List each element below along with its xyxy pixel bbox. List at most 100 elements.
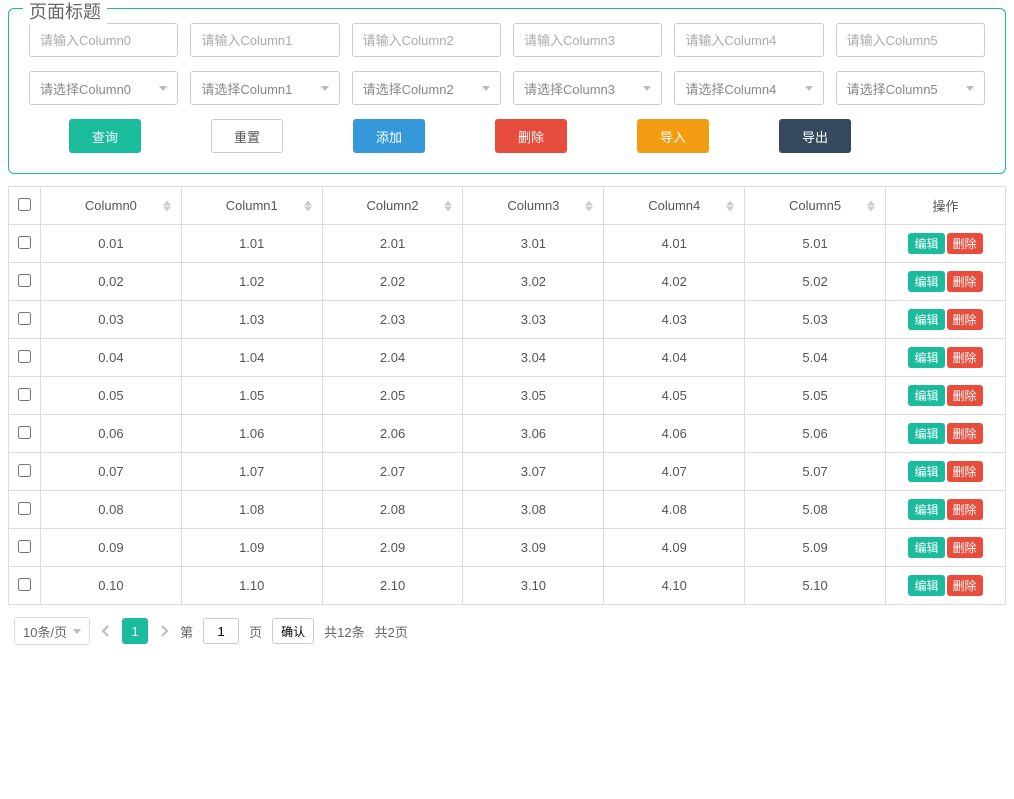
row-delete-button[interactable]: 删除: [947, 499, 983, 520]
filter-select-label: 请选择Column2: [363, 79, 454, 98]
cell: 1.08: [181, 491, 322, 529]
prev-page-button[interactable]: [100, 625, 112, 637]
filter-input-1[interactable]: [190, 23, 339, 57]
page-label-after: 页: [249, 622, 262, 641]
row-delete-button[interactable]: 删除: [947, 461, 983, 482]
filter-input-3[interactable]: [513, 23, 662, 57]
export-button[interactable]: 导出: [779, 119, 851, 153]
row-checkbox[interactable]: [18, 236, 31, 249]
row-checkbox[interactable]: [18, 312, 31, 325]
cell: 0.10: [41, 567, 182, 605]
edit-button[interactable]: 编辑: [908, 347, 944, 368]
add-button[interactable]: 添加: [353, 119, 425, 153]
cell: 0.01: [41, 225, 182, 263]
cell: 4.02: [604, 263, 745, 301]
row-delete-button[interactable]: 删除: [947, 575, 983, 596]
filter-select-0[interactable]: 请选择Column0: [29, 71, 178, 105]
edit-button[interactable]: 编辑: [908, 309, 944, 330]
row-delete-button[interactable]: 删除: [947, 309, 983, 330]
edit-button[interactable]: 编辑: [908, 499, 944, 520]
cell: 1.03: [181, 301, 322, 339]
action-header: 操作: [886, 187, 1006, 225]
sort-icon[interactable]: [726, 200, 734, 211]
row-checkbox[interactable]: [18, 502, 31, 515]
chevron-down-icon: [643, 86, 651, 91]
row-checkbox[interactable]: [18, 426, 31, 439]
cell: 2.04: [322, 339, 463, 377]
page-input[interactable]: [203, 618, 239, 644]
chevron-down-icon: [966, 86, 974, 91]
column-header-5[interactable]: Column5: [745, 187, 886, 225]
cell: 0.06: [41, 415, 182, 453]
sort-icon[interactable]: [304, 200, 312, 211]
column-header-label: Column2: [367, 198, 419, 213]
cell: 5.03: [745, 301, 886, 339]
row-delete-button[interactable]: 删除: [947, 537, 983, 558]
column-header-0[interactable]: Column0: [41, 187, 182, 225]
select-all-checkbox[interactable]: [18, 198, 31, 211]
filter-select-label: 请选择Column4: [685, 79, 776, 98]
page-confirm-button[interactable]: 确认: [272, 618, 314, 644]
row-checkbox[interactable]: [18, 578, 31, 591]
filter-input-4[interactable]: [674, 23, 823, 57]
row-checkbox[interactable]: [18, 388, 31, 401]
column-header-2[interactable]: Column2: [322, 187, 463, 225]
query-button[interactable]: 查询: [69, 119, 141, 153]
filter-select-4[interactable]: 请选择Column4: [674, 71, 823, 105]
filter-input-0[interactable]: [29, 23, 178, 57]
page-label-before: 第: [180, 622, 193, 641]
row-checkbox[interactable]: [18, 540, 31, 553]
cell: 3.09: [463, 529, 604, 567]
reset-button[interactable]: 重置: [211, 119, 283, 153]
cell: 0.07: [41, 453, 182, 491]
next-page-button[interactable]: [158, 625, 170, 637]
filter-select-1[interactable]: 请选择Column1: [190, 71, 339, 105]
filter-input-2[interactable]: [352, 23, 501, 57]
row-delete-button[interactable]: 删除: [947, 233, 983, 254]
column-header-1[interactable]: Column1: [181, 187, 322, 225]
filter-select-3[interactable]: 请选择Column3: [513, 71, 662, 105]
edit-button[interactable]: 编辑: [908, 385, 944, 406]
filter-select-2[interactable]: 请选择Column2: [352, 71, 501, 105]
cell: 3.04: [463, 339, 604, 377]
cell: 5.05: [745, 377, 886, 415]
row-delete-button[interactable]: 删除: [947, 423, 983, 444]
edit-button[interactable]: 编辑: [908, 233, 944, 254]
chevron-down-icon: [805, 86, 813, 91]
cell: 1.01: [181, 225, 322, 263]
row-checkbox[interactable]: [18, 274, 31, 287]
edit-button[interactable]: 编辑: [908, 461, 944, 482]
cell: 2.06: [322, 415, 463, 453]
column-header-4[interactable]: Column4: [604, 187, 745, 225]
sort-icon[interactable]: [585, 200, 593, 211]
sort-icon[interactable]: [444, 200, 452, 211]
edit-button[interactable]: 编辑: [908, 423, 944, 444]
cell: 5.10: [745, 567, 886, 605]
row-delete-button[interactable]: 删除: [947, 347, 983, 368]
import-button[interactable]: 导入: [637, 119, 709, 153]
filter-select-5[interactable]: 请选择Column5: [836, 71, 985, 105]
row-delete-button[interactable]: 删除: [947, 271, 983, 292]
sort-icon[interactable]: [867, 200, 875, 211]
row-checkbox[interactable]: [18, 350, 31, 363]
sort-icon[interactable]: [163, 200, 171, 211]
page-number-current[interactable]: 1: [122, 618, 148, 644]
cell: 4.06: [604, 415, 745, 453]
cell: 3.08: [463, 491, 604, 529]
edit-button[interactable]: 编辑: [908, 537, 944, 558]
column-header-label: Column5: [789, 198, 841, 213]
filter-input-5[interactable]: [836, 23, 985, 57]
total-count: 共12条: [324, 622, 364, 641]
delete-button[interactable]: 删除: [495, 119, 567, 153]
toolbar: 查询 重置 添加 删除 导入 导出: [29, 119, 985, 153]
edit-button[interactable]: 编辑: [908, 271, 944, 292]
edit-button[interactable]: 编辑: [908, 575, 944, 596]
row-checkbox[interactable]: [18, 464, 31, 477]
cell: 2.07: [322, 453, 463, 491]
row-delete-button[interactable]: 删除: [947, 385, 983, 406]
table-row: 0.031.032.033.034.035.03编辑删除: [9, 301, 1006, 339]
table-row: 0.051.052.053.054.055.05编辑删除: [9, 377, 1006, 415]
column-header-3[interactable]: Column3: [463, 187, 604, 225]
cell: 1.05: [181, 377, 322, 415]
page-size-select[interactable]: 10条/页: [14, 617, 90, 645]
